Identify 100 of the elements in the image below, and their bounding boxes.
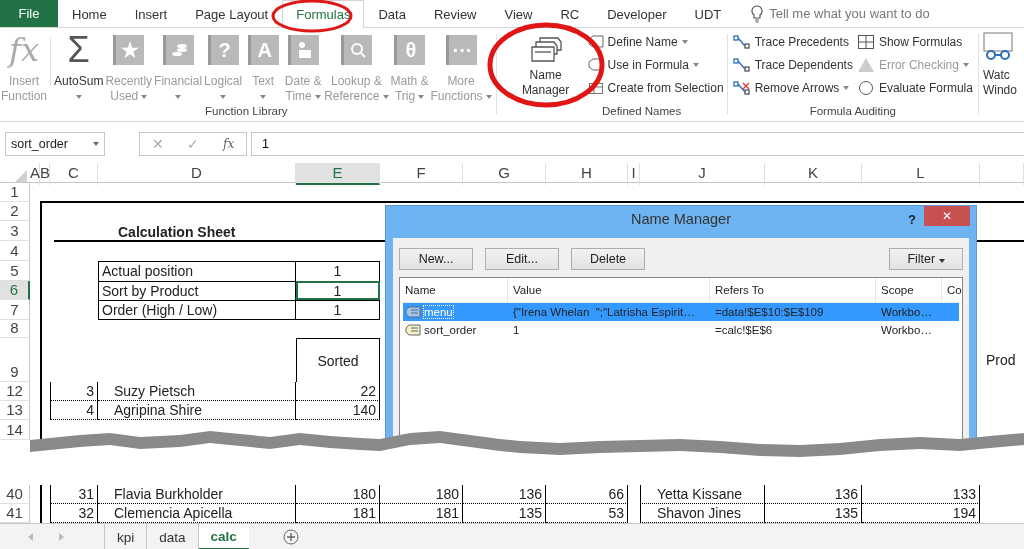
formula-bar-button[interactable]: fx <box>223 137 235 151</box>
scope-text: Workbo… <box>880 324 933 336</box>
row-header[interactable]: 3 <box>0 221 30 241</box>
ribbon-tab[interactable]: Page Layout <box>181 0 283 28</box>
column-header[interactable]: F <box>380 163 463 185</box>
add-sheet-icon[interactable] <box>282 529 299 545</box>
table-cell: 136 <box>765 485 862 504</box>
column-header[interactable]: L <box>862 163 980 185</box>
caret-icon <box>962 62 969 67</box>
caret-icon <box>843 85 850 90</box>
caret-icon <box>260 94 267 99</box>
tag-icon <box>405 324 421 336</box>
file-tab[interactable]: File <box>0 0 58 27</box>
ribbon-button[interactable]: Use in Formula <box>587 55 724 74</box>
ribbon-button[interactable]: Watc Windo <box>981 32 1022 121</box>
ribbon-button[interactable]: Evaluate Formula <box>856 78 973 97</box>
group-label: Function Library <box>205 105 288 119</box>
ribbon-tab[interactable]: Home <box>58 0 121 28</box>
column-header[interactable]: Name <box>400 278 508 302</box>
ribbon-tab[interactable]: Developer <box>593 0 681 28</box>
column-header[interactable]: Value <box>508 278 710 302</box>
ribbon-button[interactable]: Create from Selection <box>587 78 724 97</box>
row-header[interactable]: 14 <box>0 420 30 440</box>
scroll-right-icon[interactable] <box>59 533 64 541</box>
table-cell: 1 <box>296 281 380 300</box>
book-icon <box>287 35 319 65</box>
table-cell: Flavia Burkholder <box>98 485 296 504</box>
column-header[interactable]: B <box>40 163 50 185</box>
column-header[interactable]: J <box>640 163 765 185</box>
column-header[interactable]: A <box>30 163 40 185</box>
table-cell: 180 <box>380 485 463 504</box>
table-cell: 140 <box>296 401 380 420</box>
select-all-corner[interactable] <box>15 170 27 182</box>
caret-icon <box>314 94 321 99</box>
ribbon-button[interactable]: Remove Arrows <box>732 78 853 97</box>
sheet-tab[interactable]: calc <box>197 524 249 549</box>
ribbon-button[interactable]: Show Formulas <box>856 32 973 51</box>
row-header[interactable]: 40 <box>0 485 30 504</box>
row-header[interactable]: 2 <box>0 201 30 221</box>
ribbon-tab[interactable]: Insert <box>120 0 182 28</box>
row-header[interactable]: 7 <box>0 300 30 320</box>
list-row[interactable]: sort_order 1 =calc!$E$6 Workbo… <box>403 321 959 339</box>
ribbon-button[interactable]: Trace Dependents <box>732 55 853 74</box>
caret-icon <box>141 94 148 99</box>
arrows-icon <box>732 33 751 50</box>
ribbon-tab[interactable]: Review <box>419 0 491 28</box>
ribbon-tab[interactable]: RC <box>546 0 594 28</box>
table-cell: 133 <box>862 485 980 504</box>
sheet-tab[interactable]: data <box>146 524 198 549</box>
caret-icon <box>485 94 492 99</box>
column-heading: Sorted <box>296 338 380 382</box>
row-header[interactable]: 8 <box>0 319 30 338</box>
dialog-button[interactable]: Edit... <box>485 248 559 270</box>
row-header[interactable]: 4 <box>0 241 30 261</box>
group-label: Formula Auditing <box>809 105 896 119</box>
column-header[interactable]: G <box>463 163 546 185</box>
list-row[interactable]: menu {"Irena Whelan ";"Latrisha Espirit… =data!$E$10:$E$109 Workbo… <box>403 303 959 321</box>
caret-icon <box>418 94 425 99</box>
column-header[interactable]: K <box>765 163 862 185</box>
refers-to-text: =calc!$E$6 <box>714 324 774 336</box>
ribbon-button[interactable]: Define Name <box>587 32 724 51</box>
sheet-tab[interactable]: kpi <box>104 524 147 549</box>
row-header[interactable]: 1 <box>0 183 30 202</box>
ribbon-tab[interactable]: View <box>490 0 547 28</box>
table-cell: Order (High / Low) <box>98 300 296 320</box>
sigma-icon: Σ <box>67 32 90 68</box>
row-header[interactable]: 6 <box>0 281 30 300</box>
book-icon: ··· <box>445 35 477 65</box>
ribbon-tab[interactable]: Data <box>364 0 420 28</box>
ribbon-button[interactable]: Σ AutoSum <box>53 32 105 104</box>
table-cell: 3 <box>50 382 98 401</box>
row-header[interactable]: 9 <box>0 338 30 382</box>
column-header[interactable]: Co <box>942 278 960 302</box>
caret-icon <box>692 62 699 67</box>
column-header[interactable]: H <box>546 163 628 185</box>
filter-button[interactable]: Filter <box>889 248 963 270</box>
column-header[interactable]: Scope <box>876 278 942 302</box>
row-header[interactable]: 12 <box>0 382 30 401</box>
caret-icon <box>93 142 99 146</box>
caret-icon <box>75 94 82 99</box>
column-header[interactable]: Refers To <box>710 278 876 302</box>
table-cell: 136 <box>463 485 546 504</box>
close-button[interactable]: ✕ <box>924 206 970 226</box>
column-header[interactable]: C <box>50 163 98 185</box>
lightbulb-icon <box>751 4 764 23</box>
scroll-left-icon[interactable] <box>28 533 33 541</box>
warning-icon <box>856 56 875 73</box>
book-icon: A <box>247 35 279 65</box>
ribbon-tab[interactable]: UDT <box>680 0 736 28</box>
help-button[interactable]: ? <box>908 211 916 227</box>
dialog-button[interactable]: Delete <box>571 248 645 270</box>
formula-field[interactable]: 1 <box>251 132 1024 156</box>
dialog-button[interactable]: New... <box>399 248 473 270</box>
book-icon <box>162 35 194 65</box>
ribbon-button[interactable]: Trace Precedents <box>732 32 853 51</box>
table-cell: 4 <box>50 401 98 420</box>
row-header[interactable]: 13 <box>0 401 30 420</box>
column-header[interactable]: E <box>296 163 380 185</box>
name-box[interactable]: sort_order <box>5 132 105 156</box>
column-header[interactable]: I <box>628 163 640 185</box>
